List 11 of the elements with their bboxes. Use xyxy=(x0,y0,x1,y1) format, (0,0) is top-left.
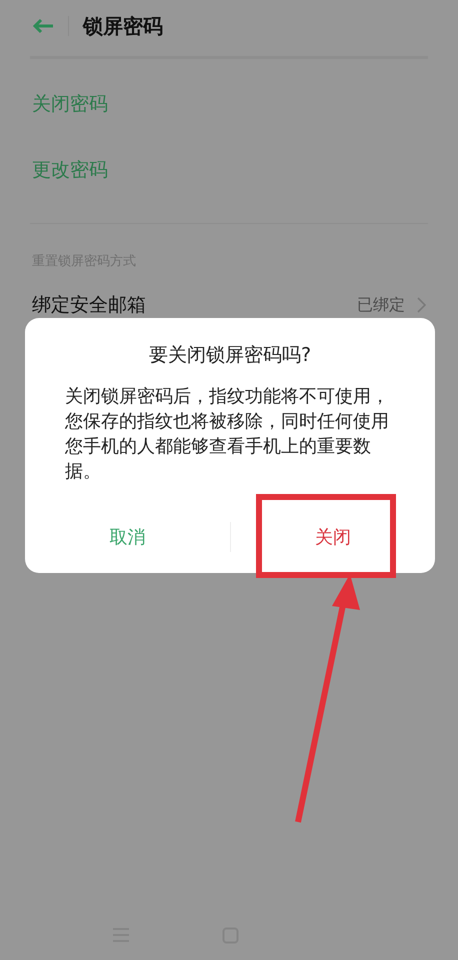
setting-value: 已绑定 xyxy=(357,294,405,316)
chevron-icon xyxy=(417,297,426,313)
dialog-message: 关闭锁屏密码后，指纹功能将不可使用，您保存的指纹也将被移除，同时任何使用您手机的人都能够查看手机上的重要数据。 xyxy=(65,385,390,484)
cancel-button[interactable]: 取消 xyxy=(25,512,230,562)
close-button[interactable]: 关闭 xyxy=(230,512,435,562)
back-icon[interactable] xyxy=(32,18,54,34)
page-title: 锁屏密码 xyxy=(83,12,163,40)
menu-item[interactable]: 更改密码 xyxy=(0,137,458,203)
dialog-title: 要关闭锁屏密码吗? xyxy=(148,343,312,368)
setting-label[interactable]: 绑定安全邮箱 xyxy=(32,292,146,318)
menu-item[interactable]: 关闭密码 xyxy=(0,71,458,137)
